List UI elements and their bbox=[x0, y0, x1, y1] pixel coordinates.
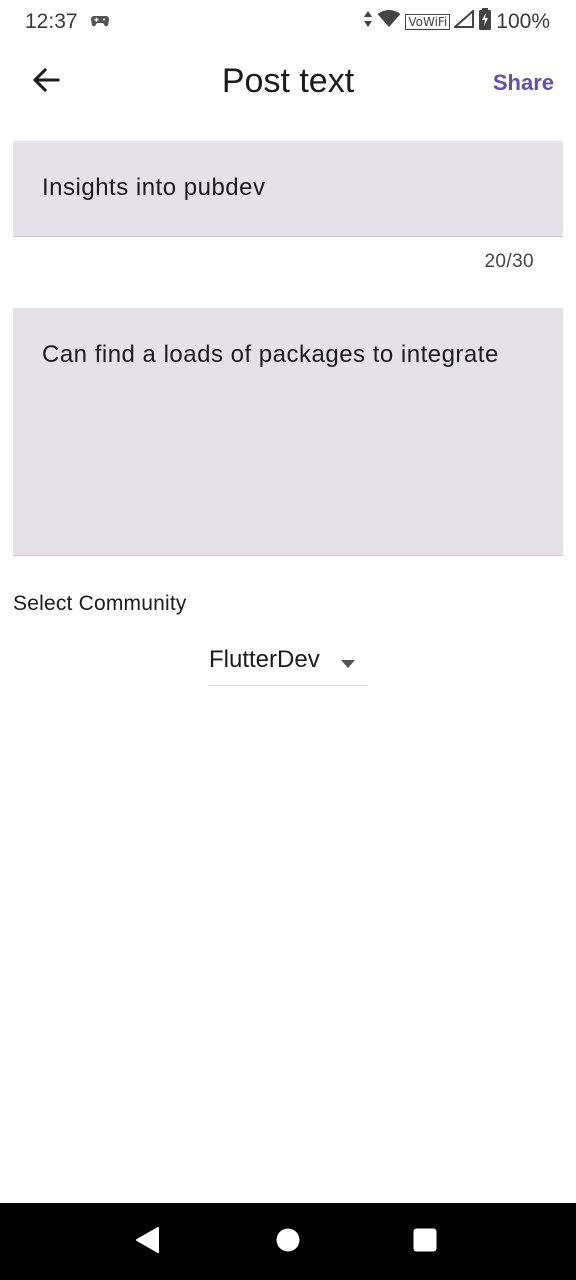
arrow-left-icon bbox=[32, 66, 60, 99]
nav-home-button[interactable] bbox=[271, 1225, 305, 1259]
square-recent-icon bbox=[412, 1227, 438, 1258]
post-body-input[interactable]: Can find a loads of packages to integrat… bbox=[42, 336, 534, 374]
circle-home-icon bbox=[275, 1227, 301, 1258]
status-left: 12:37 bbox=[25, 10, 110, 34]
status-right: VoWiFi 100% bbox=[363, 8, 550, 36]
post-title-field[interactable]: Insights into pubdev bbox=[13, 141, 563, 237]
nav-recent-button[interactable] bbox=[408, 1225, 442, 1259]
vowifi-badge: VoWiFi bbox=[405, 14, 451, 30]
post-body-field[interactable]: Can find a loads of packages to integrat… bbox=[13, 308, 563, 556]
community-dropdown[interactable]: FlutterDev bbox=[208, 638, 368, 686]
battery-icon bbox=[478, 8, 492, 36]
data-arrows-icon bbox=[363, 10, 373, 34]
triangle-back-icon bbox=[134, 1226, 160, 1259]
status-bar: 12:37 VoWiFi 100% bbox=[0, 0, 576, 44]
community-selected-value: FlutterDev bbox=[209, 646, 320, 673]
character-counter: 20/30 bbox=[484, 251, 534, 272]
nav-back-button[interactable] bbox=[130, 1225, 164, 1259]
wifi-icon bbox=[377, 10, 401, 34]
system-nav-bar bbox=[0, 1203, 576, 1280]
battery-percent: 100% bbox=[496, 10, 550, 33]
screen: 12:37 VoWiFi 100% Post text Share Insigh… bbox=[0, 0, 576, 1280]
post-title-input[interactable]: Insights into pubdev bbox=[42, 169, 534, 207]
select-community-label: Select Community bbox=[13, 592, 187, 615]
page-title: Post text bbox=[221, 62, 355, 100]
status-time: 12:37 bbox=[25, 10, 78, 33]
gamepad-icon bbox=[90, 10, 110, 34]
caret-down-icon bbox=[340, 656, 356, 674]
share-button[interactable]: Share bbox=[493, 70, 554, 96]
back-button[interactable] bbox=[22, 58, 70, 106]
cell-signal-icon bbox=[452, 8, 475, 34]
app-bar: Post text Share bbox=[0, 44, 576, 120]
